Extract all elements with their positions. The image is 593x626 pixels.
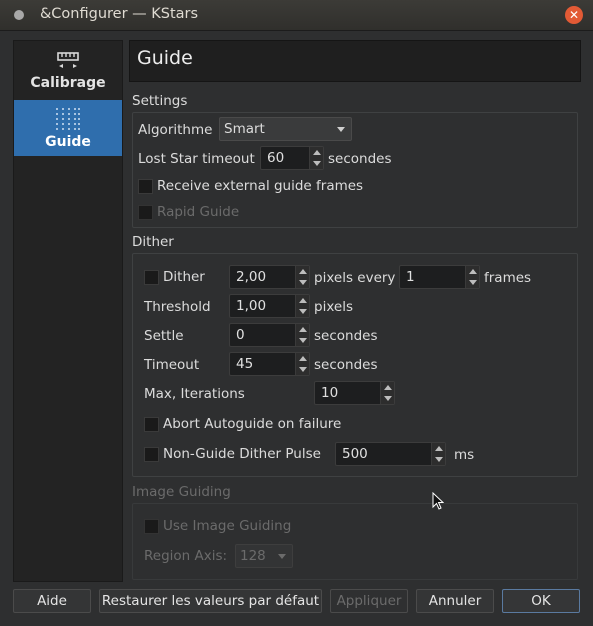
abort-autoguide-checkbox[interactable] — [144, 417, 159, 432]
algorithm-select-value: Smart — [224, 121, 265, 137]
spinbox-value: 45 — [236, 356, 254, 372]
ok-button[interactable]: OK — [502, 589, 580, 613]
spinbox-value: 60 — [267, 150, 285, 166]
non-guide-dither-label: Non-Guide Dither Pulse — [163, 446, 321, 462]
window-menu-icon[interactable] — [14, 10, 24, 20]
threshold-label: Threshold — [144, 299, 211, 315]
max-iterations-label: Max, Iterations — [144, 386, 245, 402]
sidebar-item-label: Calibrage — [30, 75, 106, 91]
page-header: Guide — [129, 40, 581, 82]
spinbox-value: 1,00 — [236, 298, 267, 314]
window-titlebar: &Configurer — KStars ✕ — [0, 0, 593, 31]
apply-button[interactable]: Appliquer — [330, 589, 408, 613]
spinbox-value: 0 — [236, 327, 245, 343]
max-iterations-spinbox[interactable]: 10 — [314, 381, 395, 405]
use-image-guiding-label: Use Image Guiding — [163, 518, 292, 534]
spin-arrows-icon[interactable] — [465, 266, 479, 288]
spin-arrows-icon[interactable] — [309, 147, 323, 169]
image-guiding-group — [132, 503, 578, 580]
restore-defaults-button[interactable]: Restaurer les valeurs par défaut — [99, 589, 322, 613]
rapid-guide-checkbox[interactable] — [138, 205, 153, 220]
lost-star-timeout-spinbox[interactable]: 60 — [260, 146, 324, 170]
non-guide-dither-unit: ms — [454, 447, 475, 463]
receive-external-label: Receive external guide frames — [157, 178, 364, 194]
region-axis-select[interactable]: 128 — [235, 544, 293, 568]
timeout-unit: secondes — [314, 357, 378, 373]
spin-arrows-icon[interactable] — [295, 266, 309, 288]
settle-label: Settle — [144, 328, 184, 344]
help-button[interactable]: Aide — [13, 589, 91, 613]
sidebar: Calibrage Guide — [13, 40, 123, 582]
window-title: &Configurer — KStars — [40, 6, 199, 22]
sidebar-item-guide[interactable]: Guide — [14, 100, 122, 156]
settings-group-title: Settings — [132, 93, 188, 109]
dither-frames-spinbox[interactable]: 1 — [399, 265, 480, 289]
sidebar-item-label: Guide — [45, 134, 91, 150]
sidebar-item-calibrage[interactable]: Calibrage — [14, 41, 122, 97]
spin-arrows-icon[interactable] — [380, 382, 394, 404]
spin-arrows-icon[interactable] — [295, 295, 309, 317]
non-guide-dither-checkbox[interactable] — [144, 447, 159, 462]
spinbox-value: 500 — [342, 446, 368, 462]
chevron-down-icon — [337, 127, 345, 132]
spinbox-value: 1 — [406, 269, 415, 285]
page-title: Guide — [137, 47, 193, 69]
settle-unit: secondes — [314, 328, 378, 344]
dither-label: Dither — [163, 269, 205, 285]
algorithm-label: Algorithme — [138, 122, 213, 138]
non-guide-dither-spinbox[interactable]: 500 — [335, 442, 446, 466]
dither-pixels-spinbox[interactable]: 2,00 — [229, 265, 310, 289]
receive-external-checkbox[interactable] — [138, 179, 153, 194]
algorithm-select[interactable]: Smart — [219, 117, 352, 141]
spin-arrows-icon[interactable] — [295, 353, 309, 375]
dither-group-title: Dither — [132, 234, 174, 250]
region-axis-label: Region Axis: — [144, 548, 228, 564]
cancel-button[interactable]: Annuler — [416, 589, 494, 613]
threshold-unit: pixels — [314, 299, 353, 315]
rapid-guide-label: Rapid Guide — [157, 204, 240, 220]
image-guiding-group-title: Image Guiding — [132, 484, 231, 500]
mouse-cursor-icon — [432, 492, 444, 510]
abort-autoguide-label: Abort Autoguide on failure — [163, 416, 342, 432]
guide-grid-icon — [56, 108, 80, 130]
lost-star-unit: secondes — [328, 151, 392, 167]
frames-label: frames — [484, 270, 532, 286]
use-image-guiding-checkbox[interactable] — [144, 519, 159, 534]
calibration-ruler-icon — [57, 52, 79, 68]
region-axis-value: 128 — [240, 548, 266, 564]
spin-arrows-icon[interactable] — [295, 324, 309, 346]
spin-arrows-icon[interactable] — [431, 443, 445, 465]
pixels-every-label: pixels every — [314, 270, 396, 286]
close-icon[interactable]: ✕ — [565, 6, 583, 24]
lost-star-label: Lost Star timeout — [138, 151, 255, 167]
timeout-label: Timeout — [144, 357, 200, 373]
spinbox-value: 2,00 — [236, 269, 267, 285]
settle-spinbox[interactable]: 0 — [229, 323, 310, 347]
timeout-spinbox[interactable]: 45 — [229, 352, 310, 376]
spinbox-value: 10 — [321, 385, 339, 401]
chevron-down-icon — [278, 554, 286, 559]
dither-checkbox[interactable] — [144, 270, 159, 285]
threshold-spinbox[interactable]: 1,00 — [229, 294, 310, 318]
